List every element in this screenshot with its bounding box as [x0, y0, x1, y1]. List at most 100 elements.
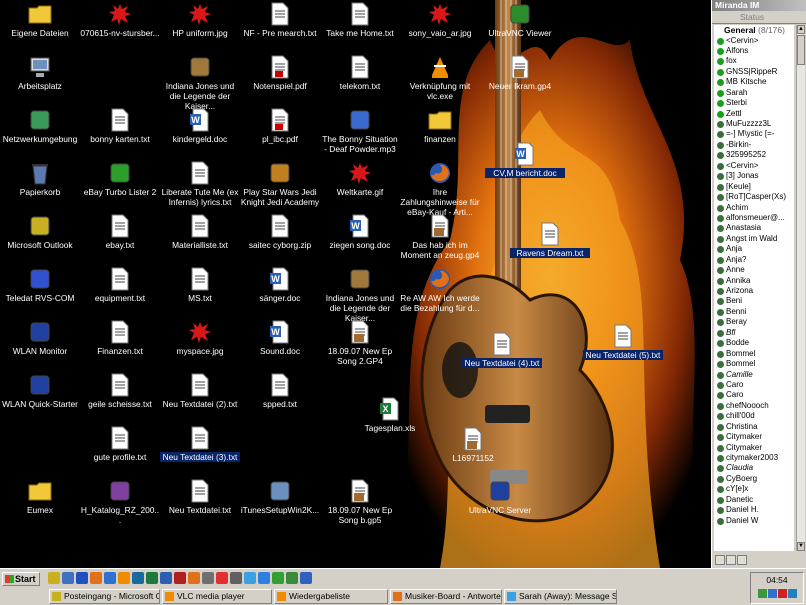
contact-item[interactable]: Anastasia	[714, 223, 794, 233]
firefox-ql-icon-2[interactable]	[188, 572, 200, 584]
desktop-icon[interactable]: UltraVNC Server	[460, 479, 540, 515]
miranda-status-button[interactable]: Status	[712, 11, 806, 24]
contact-item[interactable]: =-] M\ystic [=-	[714, 129, 794, 139]
contact-item[interactable]: [3] Jonas	[714, 171, 794, 181]
outlook-ql-icon[interactable]	[48, 572, 60, 584]
desktop-icon[interactable]: The Bonny Situation - Deaf Powder.mp3	[320, 108, 400, 154]
desktop-icon[interactable]: Wkindergeld.doc	[160, 108, 240, 144]
tray-icon[interactable]	[787, 589, 797, 598]
desktop-icon[interactable]: Ravens Dream.txt	[510, 222, 590, 258]
desktop-icon[interactable]: NF - Pre mearch.txt	[240, 2, 320, 38]
contact-item[interactable]: Benni	[714, 307, 794, 317]
desktop-icon[interactable]: Arbeitsplatz	[0, 55, 80, 91]
ql-icon-16[interactable]	[258, 572, 270, 584]
desktop-icon[interactable]: Notenspiel.pdf	[240, 55, 320, 91]
taskbar-button[interactable]: Musiker-Board - Antworte...	[390, 589, 502, 604]
desktop-icon[interactable]: Re AW AW Ich werde die Bezahlung für d..…	[400, 267, 480, 313]
desktop-icon[interactable]: Eigene Dateien	[0, 2, 80, 38]
tray-icon[interactable]	[767, 589, 777, 598]
contact-item[interactable]: <Cervin>	[714, 161, 794, 171]
taskbar-button[interactable]: Sarah (Away): Message S...	[504, 589, 617, 604]
contact-item[interactable]: Daniel W	[714, 516, 794, 526]
desktop-icon[interactable]: gute profile.txt	[80, 426, 160, 462]
winamp-ql-icon[interactable]	[202, 572, 214, 584]
desktop-icon[interactable]: iTunesSetupWin2K...	[240, 479, 320, 515]
tray-icon[interactable]	[757, 589, 767, 598]
desktop-icon[interactable]: W Sound.doc	[240, 320, 320, 356]
contact-item[interactable]: Arizona	[714, 286, 794, 296]
desktop-icon[interactable]: Take me Home.txt	[320, 2, 400, 38]
contact-item[interactable]: Beray	[714, 317, 794, 327]
contact-item[interactable]: chill'00d	[714, 411, 794, 421]
desktop-icon[interactable]: WLAN Monitor	[0, 320, 80, 356]
contact-item[interactable]: [RoT]Casper(Xs)	[714, 192, 794, 202]
desktop-icon[interactable]: eBay Turbo Lister 2	[80, 161, 160, 197]
desktop-icon[interactable]: WLAN Quick-Starter	[0, 373, 80, 409]
contact-item[interactable]: Danetic	[714, 495, 794, 505]
scroll-up-arrow-icon[interactable]: ▲	[797, 25, 805, 34]
desktop-icon[interactable]: telekom.txt	[320, 55, 400, 91]
contact-item[interactable]: Sterbi	[714, 98, 794, 108]
desktop-icon[interactable]: bonny karten.txt	[80, 108, 160, 144]
contact-item[interactable]: MB Kitsche	[714, 77, 794, 87]
contact-list[interactable]: General (8/176) <Cervin> Alfons fox GNSS|Ri…	[714, 25, 794, 551]
desktop-icon[interactable]: equipment.txt	[80, 267, 160, 303]
protocol-icon[interactable]	[726, 555, 736, 565]
desktop-icon[interactable]: Neu Textdatei (2).txt	[160, 373, 240, 409]
desktop-icon[interactable]: Finanzen.txt	[80, 320, 160, 356]
contact-item[interactable]: GNSS|RippeR	[714, 67, 794, 77]
contact-list-scrollbar[interactable]: ▲ ▼	[796, 25, 805, 551]
contact-item[interactable]: -Birkin-	[714, 140, 794, 150]
clock[interactable]: 04:54	[751, 575, 803, 585]
desktop-icon[interactable]: Ihre Zahlungshinweise für eBay-Kauf - Ar…	[400, 161, 480, 217]
desktop-icon[interactable]: Das hab ich im Moment an zeug.gp4	[400, 214, 480, 260]
contact-item[interactable]: Citymaker	[714, 443, 794, 453]
desktop-icon[interactable]: 18.09.07 New Ep Song b.gp5	[320, 479, 400, 525]
desktop-icon[interactable]: spped.txt	[240, 373, 320, 409]
desktop-icon[interactable]: Weltkarte.gif	[320, 161, 400, 197]
contact-item[interactable]: Bommel	[714, 359, 794, 369]
vlc-ql-icon[interactable]	[118, 572, 130, 584]
desktop-icon[interactable]: W CV,M bericht.doc	[485, 142, 565, 178]
desktop-icon[interactable]: Papierkorb	[0, 161, 80, 197]
taskbar-button[interactable]: Wiedergabeliste	[274, 589, 388, 604]
contact-item[interactable]: Achim	[714, 203, 794, 213]
contact-item[interactable]: [Keule]	[714, 182, 794, 192]
contact-item[interactable]: Anja	[714, 244, 794, 254]
ql-icon-14[interactable]	[230, 572, 242, 584]
contact-item[interactable]: fox	[714, 56, 794, 66]
desktop-icon[interactable]: saitec cyborg.zip	[240, 214, 320, 250]
contact-item[interactable]: Angst im Wald	[714, 234, 794, 244]
contact-item[interactable]: Beni	[714, 296, 794, 306]
contact-item[interactable]: MuFuzzzz3L	[714, 119, 794, 129]
desktop-icon[interactable]: Neu Textdatei.txt	[160, 479, 240, 515]
desktop-icon[interactable]: H_Katalog_RZ_200...	[80, 479, 160, 525]
ql-icon-18[interactable]	[286, 572, 298, 584]
desktop-icon[interactable]: HP uniform.jpg	[160, 2, 240, 38]
start-button[interactable]: Start	[2, 572, 40, 586]
contact-item[interactable]: Christina	[714, 422, 794, 432]
skype-ql-icon[interactable]	[244, 572, 256, 584]
desktop-icon[interactable]: Microsoft Outlook	[0, 214, 80, 250]
desktop-icon[interactable]: Teledat RVS-COM	[0, 267, 80, 303]
desktop-icon[interactable]: Play Star Wars Jedi Knight Jedi Academy	[240, 161, 320, 207]
contact-item[interactable]: <Cervin>	[714, 36, 794, 46]
taskbar-button[interactable]: Posteingang - Microsoft O...	[49, 589, 160, 604]
media-ql-icon[interactable]	[174, 572, 186, 584]
desktop-icon[interactable]: Verknüpfung mit vlc.exe	[400, 55, 480, 101]
desktop-icon[interactable]: Materialliste.txt	[160, 214, 240, 250]
contact-item[interactable]: Anne	[714, 265, 794, 275]
desktop-icon[interactable]: sony_vaio_ar.jpg	[400, 2, 480, 38]
desktop-icon[interactable]: 070615-nv-stursber...	[80, 2, 160, 38]
desktop-icon[interactable]: Neu Textdatei (4).txt	[462, 332, 542, 368]
scrollbar-thumb[interactable]	[797, 35, 805, 65]
desktop-icon[interactable]: MS.txt	[160, 267, 240, 303]
contact-item[interactable]: Claudia	[714, 463, 794, 473]
contact-item[interactable]: Bfl	[714, 328, 794, 338]
desktop-ql-icon[interactable]	[62, 572, 74, 584]
scroll-down-arrow-icon[interactable]: ▼	[797, 542, 805, 551]
desktop-icon[interactable]: geile scheisse.txt	[80, 373, 160, 409]
firefox-ql-icon[interactable]	[90, 572, 102, 584]
desktop-icon[interactable]: UltraVNC Viewer	[480, 2, 560, 38]
contact-item[interactable]: Caro	[714, 380, 794, 390]
